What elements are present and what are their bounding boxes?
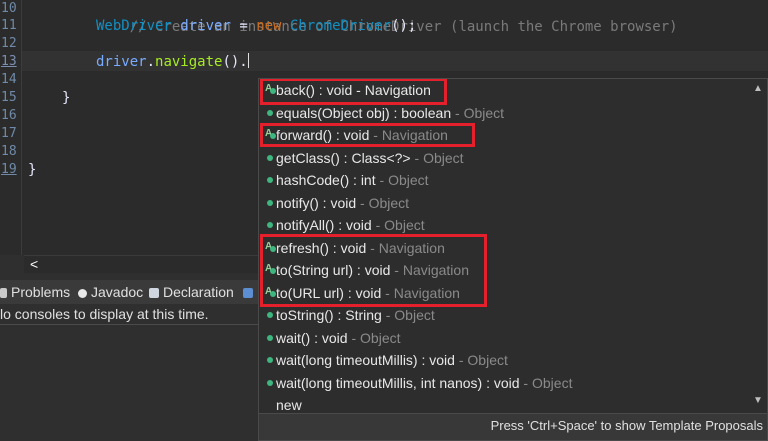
proposal-separator: - [371,217,385,233]
code-punct: (); [391,18,417,34]
code-constructor: ChromeDriver [289,18,392,34]
public-method-icon [267,109,273,116]
public-method-icon [267,222,273,228]
proposal-owner: Object [423,149,464,166]
proposal-signature: wait(long timeoutMillis, int nanos) : vo… [276,374,520,391]
problems-icon [0,288,7,298]
line-number: 15 [1,90,17,105]
scroll-left-icon[interactable]: < [30,256,38,273]
public-method-icon [267,154,273,161]
proposal-status-bar: Press 'Ctrl+Space' to show Template Prop… [259,413,767,440]
line-number-current: 13 [1,54,17,69]
proposal-label: toString() : String - Object [276,304,435,326]
tab-label: Javadoc [91,284,144,300]
proposal-owner: Object [388,172,429,188]
proposal-separator: - [410,149,424,166]
proposal-label: getClass() : Class<?> - Object [276,147,464,169]
proposal-owner: Object [368,194,410,211]
tab-declaration[interactable]: Declaration [149,280,234,304]
public-method-icon [267,334,273,341]
scroll-up-icon[interactable]: ▲ [753,83,763,94]
code-variable: driver [180,18,231,34]
gutter-divider [21,0,22,255]
proposal-signature: toString() : String [276,307,382,323]
public-method-icon [267,177,273,183]
code-method-call: navigate [155,54,223,70]
public-method-icon [267,312,273,318]
scroll-down-icon[interactable]: ▼ [753,395,763,406]
proposal-label: wait() : void - Object [276,327,401,349]
proposal-signature: wait() : void [276,329,348,346]
text-caret [247,53,249,68]
horizontal-scrollbar[interactable]: < [24,255,259,273]
proposal-separator: - [519,374,532,391]
proposal-label: wait(long timeoutMillis) : void - Object [276,349,508,371]
proposal-label: wait(long timeoutMillis, int nanos) : vo… [276,372,572,394]
proposal-signature: notifyAll() : void [276,217,372,233]
closing-brace: } [62,90,71,106]
closing-brace: } [28,162,37,178]
proposal-owner: Object [532,374,573,391]
declaration-icon [149,288,159,298]
proposal-owner: Object [360,329,401,346]
code-line-15: } [62,89,70,107]
proposal-signature: hashCode() : int [276,172,376,188]
proposal-owner: Object [394,307,435,323]
proposal-separator: - [381,307,395,323]
code-line-13: driver.navigate(). [96,53,249,70]
public-method-icon [267,199,273,206]
line-number: 14 [1,72,17,87]
proposal-separator: - [356,194,369,211]
proposal-signature: equals(Object obj) : boolean [276,104,452,121]
line-number: 11 [1,18,17,33]
proposal-owner: Object [463,104,505,121]
tab-label: Problems [11,284,71,300]
tab-problems[interactable]: Problems [0,280,70,304]
proposal-separator: - [451,104,464,121]
proposal-label: notifyAll() : void - Object [276,214,425,236]
javadoc-icon [78,289,87,298]
proposal-label: hashCode() : int - Object [276,169,429,191]
proposal-separator: - [375,172,389,188]
template-proposals-hint: Press 'Ctrl+Space' to show Template Prop… [490,418,763,433]
code-keyword: new [256,18,282,34]
code-line-19: } [28,161,36,179]
line-number-gutter: 10 11 12 13 14 15 16 17 18 19 [0,0,20,255]
console-icon [243,288,253,298]
highlight-box-back [260,79,447,105]
proposal-signature: notify() : void [276,194,357,211]
console-message: lo consoles to display at this time. [0,306,209,322]
proposal-signature: wait(long timeoutMillis) : void [276,352,455,368]
code-variable: driver [96,54,147,70]
public-method-icon [267,357,273,363]
highlight-box-navigation-group [260,234,487,307]
proposal-signature: new [276,397,302,413]
tab-label: Declaration [163,284,234,300]
highlight-box-forward [260,123,475,147]
proposal-separator: - [454,352,468,368]
line-number: 16 [1,108,17,123]
line-number: 17 [1,126,17,141]
proposal-owner: Object [384,217,425,233]
proposal-scrollbar[interactable]: ▲ ▼ [751,79,767,414]
proposal-label: notify() : void - Object [276,192,409,214]
line-number: 18 [1,144,17,159]
proposal-owner: Object [467,352,508,368]
line-number: 10 [1,1,17,16]
line-number: 12 [1,36,17,51]
public-method-icon [267,379,273,386]
code-line-10: // Create an instance of ChromeDriver (l… [96,0,678,35]
code-punct: (). [222,54,248,70]
tab-javadoc[interactable]: Javadoc [78,280,143,304]
panel-divider [0,324,260,325]
tab-console[interactable] [240,280,258,304]
content-assist-popup[interactable]: Aback() : void - Navigation equals(Object… [258,78,768,441]
code-type: WebDriver [96,18,172,34]
proposal-separator: - [347,329,361,346]
proposal-signature: getClass() : Class<?> [276,149,411,166]
line-number: 19 [1,162,17,177]
code-line-11: WebDriver driver = new ChromeDriver(); [96,18,417,34]
